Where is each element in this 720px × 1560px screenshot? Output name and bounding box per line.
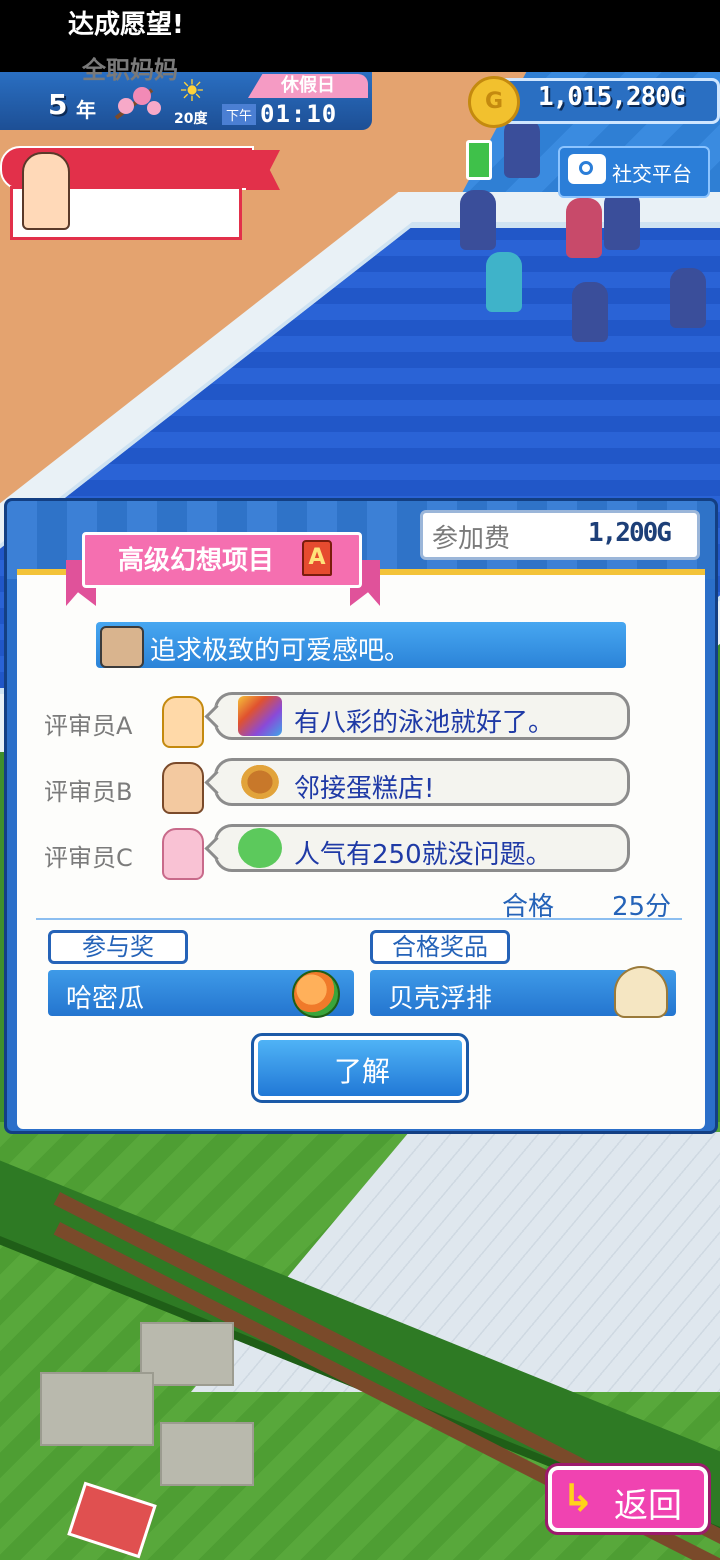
ok-button-label[interactable]: 了解 <box>334 1050 390 1090</box>
wish-notification[interactable] <box>0 146 280 240</box>
rainbow-pool-icon <box>238 696 282 736</box>
money-value: 1,015,280G <box>538 82 686 112</box>
guest-sprite[interactable] <box>504 118 540 178</box>
sun-icon: ☀ <box>178 74 206 109</box>
judge-comment: 邻接蛋糕店! <box>294 774 435 804</box>
judge-label: 评审员C <box>44 844 133 872</box>
holiday-badge: 休假日 <box>248 74 368 98</box>
judge-c-rabbit-avatar <box>162 828 204 880</box>
divider <box>36 918 682 920</box>
battery-icon <box>466 140 492 180</box>
wish-title: 达成愿望! <box>68 10 184 40</box>
judge-label: 评审员B <box>44 778 133 806</box>
guest-avatar <box>22 152 70 230</box>
burger-icon <box>238 762 282 802</box>
popularity-icon <box>238 828 282 868</box>
paving-stone <box>40 1372 154 1446</box>
year-suffix: 年 <box>76 98 96 122</box>
pass-prize-tag: 合格奖品 <box>370 930 510 964</box>
ampm-label: 下午 <box>222 104 257 125</box>
entry-fee-label: 参加费 <box>432 524 511 554</box>
camera-icon <box>568 154 606 184</box>
wish-ribbon-tail <box>246 150 280 190</box>
judge-b-avatar <box>162 762 204 814</box>
clock: 01:10 <box>260 100 338 128</box>
social-platform-label: 社交平台 <box>612 162 692 186</box>
melon-icon <box>292 970 340 1018</box>
judge-comment: 人气有250就没问题。 <box>294 840 552 870</box>
contest-title: 高级幻想项目 <box>118 546 275 576</box>
paving-stone <box>140 1322 234 1386</box>
guest-sprite[interactable] <box>566 198 602 258</box>
participation-prize-tag: 参与奖 <box>48 930 188 964</box>
participation-prize: 哈密瓜 <box>66 984 145 1014</box>
back-arrow-icon: ↳ <box>562 1476 594 1520</box>
temperature: 20度 <box>174 111 208 127</box>
year-number: 5 <box>48 88 68 121</box>
guest-sprite[interactable] <box>572 282 608 342</box>
back-button-label[interactable]: 返回 <box>614 1478 682 1527</box>
entry-fee-value: 1,200G <box>588 518 672 548</box>
guest-sprite[interactable] <box>460 190 496 250</box>
judge-comment: 有八彩的泳池就好了。 <box>294 708 555 738</box>
paving-stone <box>160 1422 254 1486</box>
pass-prize: 贝壳浮排 <box>388 984 493 1014</box>
coin-icon: G <box>468 76 520 128</box>
grade-a-icon: A <box>302 540 332 576</box>
guest-sprite[interactable] <box>670 268 706 328</box>
goal-text: 追求极致的可爱感吧。 <box>150 636 411 666</box>
guest-sprite[interactable] <box>486 252 522 312</box>
shell-float-icon <box>614 966 668 1018</box>
host-avatar <box>100 626 144 668</box>
guest-sprite[interactable] <box>604 190 640 250</box>
judge-label: 评审员A <box>44 712 133 740</box>
cherry-blossom-icon <box>114 87 161 120</box>
wish-name: 全职妈妈 <box>82 56 178 84</box>
judge-a-avatar <box>162 696 204 748</box>
